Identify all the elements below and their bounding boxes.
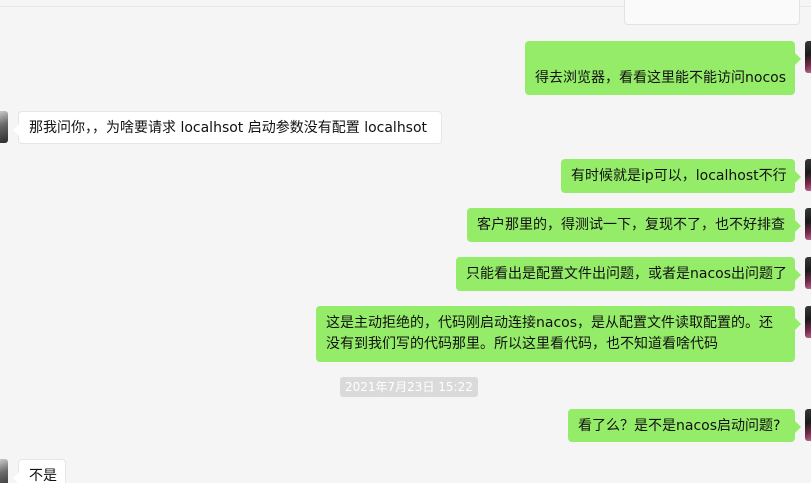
message-bubble-incoming[interactable]: 那我问你，，为啥要请求 localhsot 启动参数没有配置 localhsot: [13, 111, 442, 144]
chat-message-area[interactable]: 得去浏览器，看看这里能不能访问nocos 那我问你，，为啥要请求 localhs…: [0, 0, 811, 483]
message-bubble-outgoing[interactable]: 客户那里的，得测试一下，复现不了，也不好排查: [467, 208, 801, 242]
message-bubble-outgoing[interactable]: 看了么？是不是nacos启动问题?: [568, 409, 801, 442]
my-avatar[interactable]: [805, 306, 811, 338]
message-bubble-outgoing[interactable]: 得去浏览器，看看这里能不能访问nocos: [525, 41, 801, 95]
message-bubble-outgoing[interactable]: 这是主动拒绝的，代码刚启动连接nacos，是从配置文件读取配置的。还没有到我们写…: [316, 306, 801, 362]
contact-avatar[interactable]: [0, 111, 8, 143]
message-bubble-incoming[interactable]: 不是: [13, 459, 66, 483]
timestamp-label: 2021年7月23日 15:22: [340, 377, 478, 397]
message-bubble-outgoing[interactable]: 只能看出是配置文件出问题，或者是nacos出问题了: [456, 257, 801, 291]
my-avatar[interactable]: [805, 409, 811, 441]
contact-avatar[interactable]: [0, 459, 8, 483]
my-avatar[interactable]: [805, 41, 811, 73]
my-avatar[interactable]: [805, 257, 811, 289]
my-avatar[interactable]: [805, 208, 811, 240]
previous-message-bubble[interactable]: [624, 0, 800, 25]
my-avatar[interactable]: [805, 159, 811, 191]
message-bubble-outgoing[interactable]: 有时候就是ip可以，localhost不行: [561, 159, 801, 193]
